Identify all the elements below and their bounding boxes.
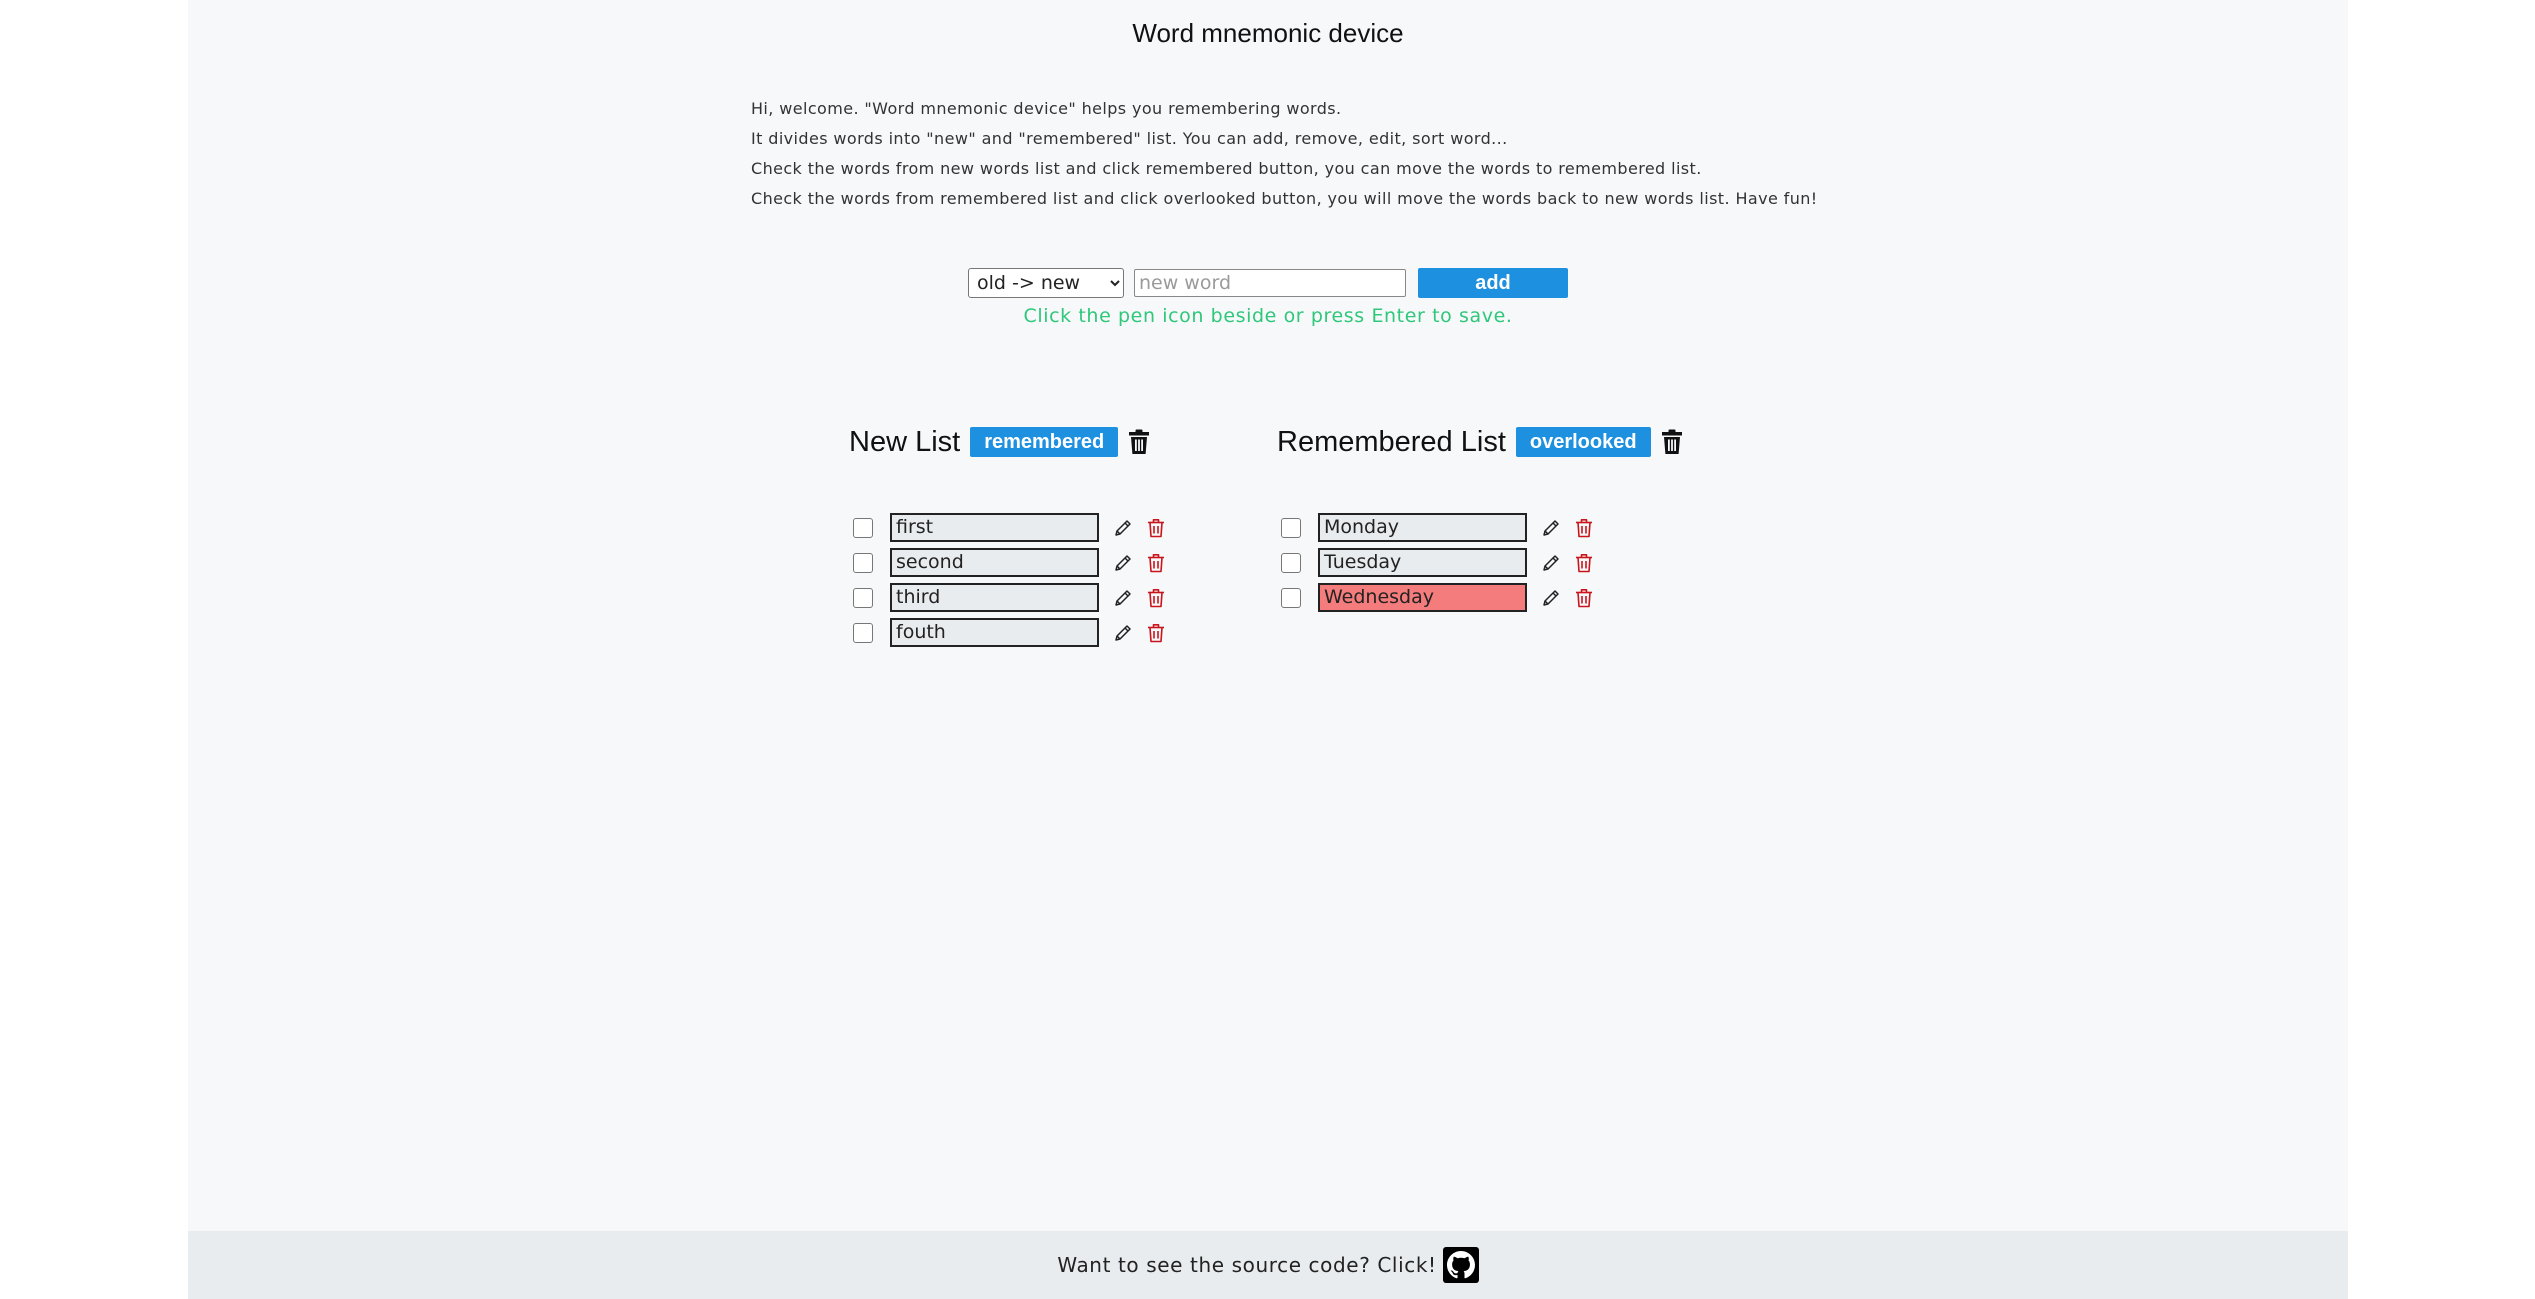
word-checkbox[interactable]	[1281, 517, 1301, 538]
intro-line: Hi, welcome. "Word mnemonic device" help…	[751, 99, 1342, 118]
pen-icon[interactable]	[1541, 553, 1561, 573]
overlooked-button[interactable]: overlooked	[1515, 427, 1651, 457]
add-button[interactable]: add	[1418, 268, 1568, 298]
word-checkbox[interactable]	[853, 622, 873, 643]
trash-icon[interactable]	[1128, 429, 1150, 455]
remembered-list-rows: Monday Tuesday Wednesday	[1277, 510, 1683, 615]
list-item: third	[849, 580, 1165, 615]
trash-icon[interactable]	[1575, 588, 1593, 608]
intro-line: It divides words into "new" and "remembe…	[751, 129, 1508, 148]
trash-icon[interactable]	[1575, 553, 1593, 573]
intro-text: Hi, welcome. "Word mnemonic device" help…	[751, 94, 1818, 214]
trash-icon[interactable]	[1147, 623, 1165, 643]
trash-icon[interactable]	[1147, 518, 1165, 538]
word-checkbox[interactable]	[853, 517, 873, 538]
word-checkbox[interactable]	[853, 552, 873, 573]
new-list-title: New List	[849, 425, 961, 458]
word-field[interactable]: second	[890, 548, 1099, 577]
word-field[interactable]: Tuesday	[1318, 548, 1527, 577]
footer-content: Want to see the source code? Click!	[188, 1247, 2348, 1283]
list-item: Wednesday	[1277, 580, 1683, 615]
word-field[interactable]: fouth	[890, 618, 1099, 647]
word-field[interactable]: third	[890, 583, 1099, 612]
trash-icon[interactable]	[1147, 553, 1165, 573]
word-field-highlighted[interactable]: Wednesday	[1318, 583, 1527, 612]
list-item: fouth	[849, 615, 1165, 650]
intro-line: Check the words from remembered list and…	[751, 189, 1818, 208]
list-item: second	[849, 545, 1165, 580]
footer: Want to see the source code? Click!	[188, 1231, 2348, 1299]
pen-icon[interactable]	[1113, 518, 1133, 538]
footer-text: Want to see the source code? Click!	[1057, 1253, 1437, 1277]
page-title: Word mnemonic device	[1132, 18, 1404, 48]
word-field[interactable]: Monday	[1318, 513, 1527, 542]
list-item: Monday	[1277, 510, 1683, 545]
github-icon[interactable]	[1442, 1247, 1479, 1283]
intro-line: Check the words from new words list and …	[751, 159, 1702, 178]
remembered-button[interactable]: remembered	[970, 427, 1119, 457]
pen-icon[interactable]	[1113, 623, 1133, 643]
trash-icon[interactable]	[1661, 429, 1683, 455]
pen-icon[interactable]	[1541, 518, 1561, 538]
remembered-list-title: Remembered List	[1277, 425, 1506, 458]
new-list: New List remembered first second third f…	[849, 420, 1165, 650]
app-container: Word mnemonic device Hi, welcome. "Word …	[188, 0, 2348, 1299]
new-list-rows: first second third fouth	[849, 510, 1165, 650]
pen-icon[interactable]	[1113, 553, 1133, 573]
add-word-controls: old -> new add	[968, 268, 1568, 298]
list-item: Tuesday	[1277, 545, 1683, 580]
save-hint: Click the pen icon beside or press Enter…	[1023, 305, 1513, 327]
sort-order-select[interactable]: old -> new	[968, 268, 1124, 298]
new-word-input[interactable]	[1134, 269, 1406, 297]
list-item: first	[849, 510, 1165, 545]
pen-icon[interactable]	[1113, 588, 1133, 608]
trash-icon[interactable]	[1575, 518, 1593, 538]
word-checkbox[interactable]	[853, 587, 873, 608]
trash-icon[interactable]	[1147, 588, 1165, 608]
word-checkbox[interactable]	[1281, 587, 1301, 608]
word-field[interactable]: first	[890, 513, 1099, 542]
word-checkbox[interactable]	[1281, 552, 1301, 573]
pen-icon[interactable]	[1541, 588, 1561, 608]
remembered-list-header: Remembered List overlooked	[1277, 420, 1683, 464]
remembered-list: Remembered List overlooked Monday Tuesda…	[1277, 420, 1683, 615]
new-list-header: New List remembered	[849, 420, 1165, 464]
